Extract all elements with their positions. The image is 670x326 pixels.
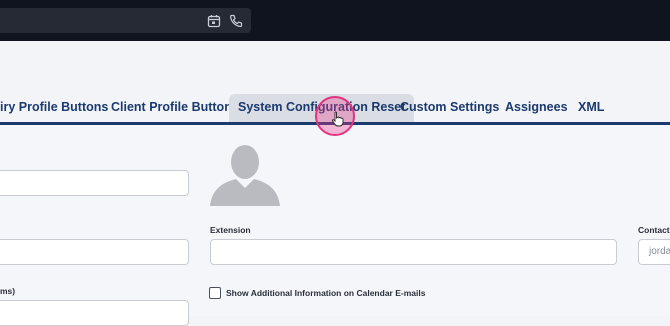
extension-label: Extension [210, 225, 251, 235]
text-input-bottom-left[interactable] [0, 300, 189, 326]
tab-xml[interactable]: XML [578, 94, 604, 122]
calendar-icon[interactable] [206, 13, 222, 29]
top-bar [0, 0, 670, 41]
tab-inquiry-profile-buttons[interactable]: iry Profile Buttons [0, 94, 108, 122]
contact-placeholder: jorda [649, 246, 670, 257]
extension-input[interactable] [210, 239, 617, 265]
avatar[interactable] [210, 138, 280, 206]
phone-icon[interactable] [228, 13, 244, 29]
calendar-info-checkbox[interactable] [209, 287, 221, 299]
contact-input[interactable]: jorda [638, 239, 670, 265]
calendar-info-checkbox-label: Show Additional Information on Calendar … [226, 288, 426, 298]
partial-field-label: ms) [0, 286, 16, 296]
text-input-top-left[interactable] [0, 170, 189, 196]
text-input-mid-left[interactable] [0, 239, 189, 265]
tab-custom-settings[interactable]: Custom Settings [400, 94, 499, 122]
hand-cursor-icon [331, 111, 345, 127]
contact-label: Contact I [638, 225, 670, 235]
tab-client-profile-buttons[interactable]: Client Profile Buttons [111, 94, 239, 122]
search-box[interactable] [0, 8, 251, 33]
person-silhouette-icon [210, 145, 280, 206]
tab-assignees[interactable]: Assignees [505, 94, 568, 122]
